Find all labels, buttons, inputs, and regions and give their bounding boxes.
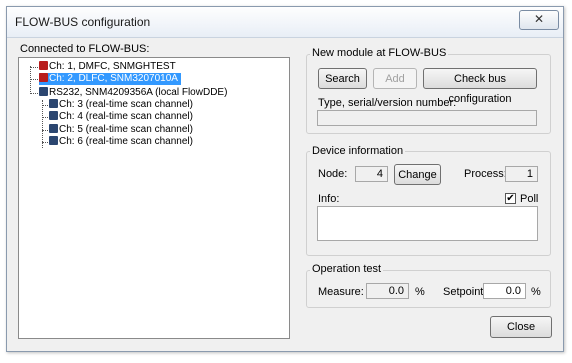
device-icon	[39, 61, 48, 70]
tree-connector	[42, 100, 43, 148]
change-button[interactable]: Change	[394, 164, 441, 185]
tree-item-label: Ch: 3 (real-time scan channel)	[59, 99, 193, 110]
tree-connector	[42, 130, 48, 131]
poll-label: Poll	[520, 193, 539, 205]
tree-connector	[30, 66, 31, 94]
poll-checkbox[interactable]: ✔	[505, 193, 516, 204]
type-serial-label: Type, serial/version number:	[318, 97, 457, 109]
measure-unit: %	[415, 286, 425, 298]
tree-item-ch4[interactable]: Ch: 4 (real-time scan channel)	[49, 111, 193, 123]
tree-item-label: Ch: 1, DMFC, SNMGHTEST	[49, 61, 176, 72]
tree-item-rs232[interactable]: RS232, SNM4209356A (local FlowDDE)	[39, 87, 227, 99]
new-module-title: New module at FLOW-BUS	[310, 47, 449, 59]
tree-connector	[42, 105, 48, 106]
computer-icon	[49, 124, 58, 133]
setpoint-input[interactable]: 0.0	[483, 283, 526, 299]
window-title: FLOW-BUS configuration	[15, 15, 151, 29]
tree-item-ch3[interactable]: Ch: 3 (real-time scan channel)	[49, 99, 193, 111]
tree-item-ch5[interactable]: Ch: 5 (real-time scan channel)	[49, 124, 193, 136]
node-label: Node:	[318, 168, 348, 180]
tree-panel-label: Connected to FLOW-BUS:	[20, 43, 150, 55]
tree-item-ch6[interactable]: Ch: 6 (real-time scan channel)	[49, 136, 193, 148]
check-bus-configuration-button[interactable]: Check bus configuration	[423, 68, 537, 105]
process-field: 1	[505, 166, 538, 182]
measure-label: Measure:	[318, 286, 364, 298]
close-window-icon[interactable]: ✕	[519, 10, 559, 30]
info-label: Info:	[318, 193, 340, 205]
device-information-title: Device information	[310, 145, 406, 157]
search-button[interactable]: Search	[318, 68, 367, 89]
computer-icon	[49, 99, 58, 108]
tree-item-label: Ch: 4 (real-time scan channel)	[59, 111, 193, 122]
type-serial-field	[317, 110, 537, 126]
tree-item-label: Ch: 2, DLFC, SNM3207010A	[49, 73, 178, 84]
info-textbox[interactable]	[317, 206, 538, 241]
tree-connector	[30, 93, 38, 94]
tree-connector	[30, 79, 38, 80]
tree-item-label: Ch: 6 (real-time scan channel)	[59, 136, 193, 147]
tree-item-ch1[interactable]: Ch: 1, DMFC, SNMGHTEST	[39, 61, 176, 73]
tree-connector	[42, 117, 48, 118]
setpoint-label: Setpoint	[443, 286, 484, 298]
device-icon	[39, 73, 48, 82]
process-label: Process:	[464, 168, 507, 180]
tree-item-ch2[interactable]: Ch: 2, DLFC, SNM3207010A	[39, 73, 181, 85]
tree-connector	[30, 67, 38, 68]
computer-icon	[39, 87, 48, 96]
computer-icon	[49, 136, 58, 145]
close-button[interactable]: Close	[490, 316, 552, 338]
measure-field: 0.0	[366, 283, 409, 299]
title-bar: FLOW-BUS configuration ✕	[7, 7, 563, 38]
tree-item-label: RS232, SNM4209356A (local FlowDDE)	[49, 87, 228, 98]
operation-test-title: Operation test	[310, 263, 384, 275]
setpoint-unit: %	[531, 286, 541, 298]
computer-icon	[49, 111, 58, 120]
add-button[interactable]: Add	[373, 68, 417, 89]
tree-item-label: Ch: 5 (real-time scan channel)	[59, 124, 193, 135]
tree-connector	[42, 142, 48, 143]
node-field: 4	[355, 166, 388, 182]
flowbus-tree[interactable]: Ch: 1, DMFC, SNMGHTEST Ch: 2, DLFC, SNM3…	[18, 57, 290, 339]
